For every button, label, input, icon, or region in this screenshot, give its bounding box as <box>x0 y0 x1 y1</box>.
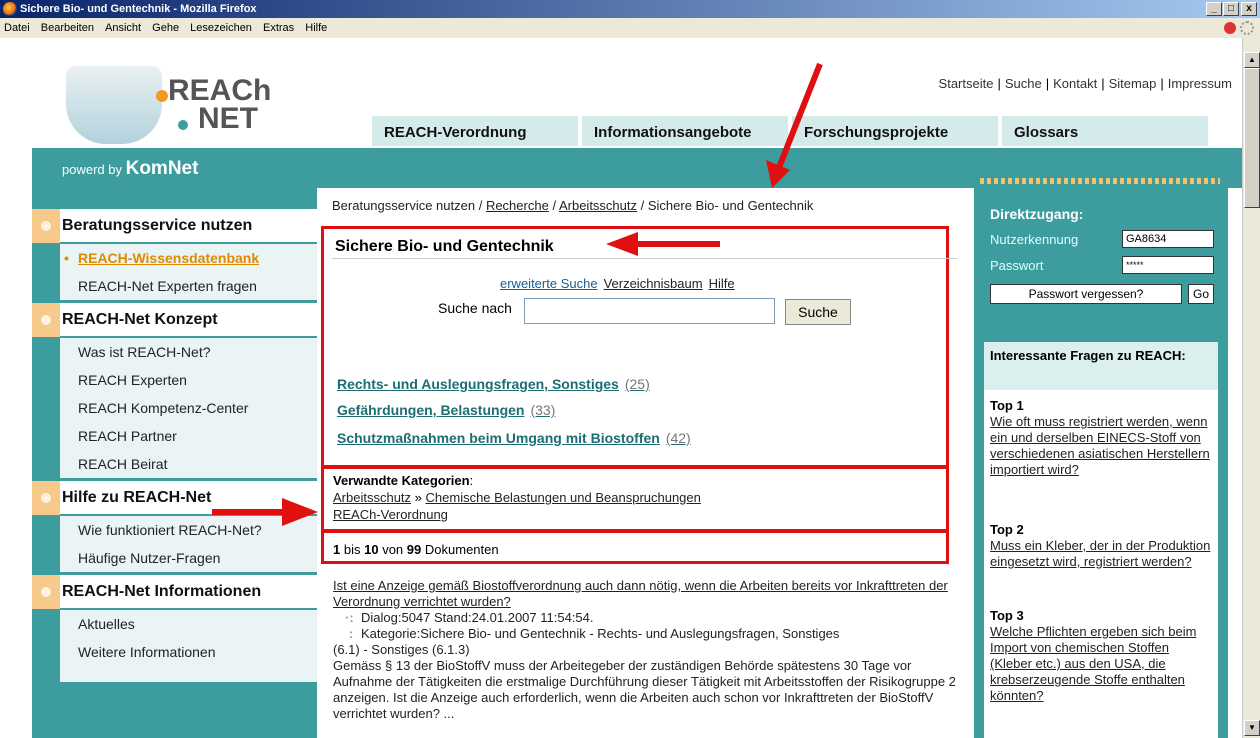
password-label: Passwort <box>990 258 1044 273</box>
powered-by: powerd by KomNet <box>62 158 199 179</box>
category-link[interactable]: Schutzmaßnahmen beim Umgang mit Biostoff… <box>337 430 691 446</box>
breadcrumb: Beratungsservice nutzen / Recherche / Ar… <box>332 198 814 213</box>
result-meta-section: (6.1) - Sonstiges (6.1.3) <box>333 642 470 657</box>
menu-hilfe[interactable]: Hilfe <box>305 22 327 34</box>
dotted-divider <box>980 178 1220 184</box>
left-sidebar: Beratungsservice nutzen REACH-Wissensdat… <box>32 188 317 738</box>
top-navigation: Startseite | Suche | Kontakt | Sitemap | Impress… <box>938 76 1232 91</box>
faq-box: Interessante Fragen zu REACH: Top 1 Wie … <box>984 342 1218 738</box>
nav-startseite[interactable]: Startseite <box>939 76 994 91</box>
menu-extras[interactable]: Extras <box>263 22 294 34</box>
result-title-link[interactable]: Ist eine Anzeige gemäß Biostoffverordnun… <box>333 578 948 609</box>
link-hilfe[interactable]: Hilfe <box>709 276 735 291</box>
nav-kontakt[interactable]: Kontakt <box>1053 76 1097 91</box>
faq-question-link[interactable]: Muss ein Kleber, der in der Produktion e… <box>990 538 1214 570</box>
search-label: Suche nach <box>438 300 512 316</box>
maximize-button[interactable]: □ <box>1223 2 1239 16</box>
logo-text-net: NET <box>198 102 258 135</box>
sidebar-section-beratungsservice[interactable]: Beratungsservice nutzen <box>32 208 317 243</box>
menu-gehe[interactable]: Gehe <box>152 22 179 34</box>
forgot-password-button[interactable]: Passwort vergessen? <box>990 284 1182 304</box>
go-button[interactable]: Go <box>1188 284 1214 304</box>
nav-suche[interactable]: Suche <box>1005 76 1042 91</box>
result-meta-dialog: ·: Dialog:5047 Stand:24.01.2007 11:54:54. <box>345 610 594 625</box>
web-page: REACh NET Startseite | Suche | Kontakt | Sitem… <box>32 38 1242 738</box>
sidebar-section-informationen[interactable]: REACH-Net Informationen <box>32 574 317 609</box>
menu-bar: Datei Bearbeiten Ansicht Gehe Lesezeiche… <box>0 18 1260 38</box>
user-label: Nutzerkennung <box>990 232 1079 247</box>
sidebar-item-weitere[interactable]: Weitere Informationen <box>60 638 317 666</box>
sidebar-item-partner[interactable]: REACH Partner <box>60 422 317 450</box>
link-erweiterte-suche[interactable]: erweiterte Suche <box>500 276 598 291</box>
search-input[interactable] <box>524 298 775 324</box>
firefox-icon <box>3 2 17 16</box>
tab-reach-verordnung[interactable]: REACH-Verordnung <box>372 116 578 146</box>
category-count: (25) <box>624 376 650 392</box>
password-input[interactable]: ***** <box>1122 256 1214 274</box>
related-chemische-belastungen[interactable]: Chemische Belastungen und Beanspruchunge… <box>426 490 701 505</box>
category-count: (42) <box>665 430 691 446</box>
sidebar-item-nutzer-fragen[interactable]: Häufige Nutzer-Fragen <box>60 544 317 572</box>
faq-question-link[interactable]: Wie oft muss registriert werden, wenn ei… <box>990 414 1214 478</box>
related-reach-verordnung[interactable]: REACh-Verordnung <box>333 507 448 522</box>
stop-icon[interactable] <box>1224 22 1236 34</box>
vertical-scrollbar[interactable]: ▲ ▼ <box>1242 38 1260 738</box>
scroll-down-button[interactable]: ▼ <box>1244 720 1260 736</box>
tab-glossars[interactable]: Glossars <box>1002 116 1208 146</box>
result-count: 1 bis 10 von 99 Dokumenten <box>333 542 499 557</box>
komnet-brand[interactable]: KomNet <box>126 158 199 179</box>
faq-top-label: Top 2 <box>990 522 1024 537</box>
annotation-arrow-left <box>606 232 720 256</box>
category-link[interactable]: Rechts- und Auslegungsfragen, Sonstiges(… <box>337 376 650 392</box>
scroll-up-button[interactable]: ▲ <box>1244 52 1260 68</box>
user-input[interactable]: GA8634 <box>1122 230 1214 248</box>
menu-ansicht[interactable]: Ansicht <box>105 22 141 34</box>
faq-top-label: Top 1 <box>990 398 1024 413</box>
faq-top-label: Top 3 <box>990 608 1024 623</box>
related-arbeitsschutz[interactable]: Arbeitsschutz <box>333 490 411 505</box>
search-button[interactable]: Suche <box>785 299 851 325</box>
reach-net-logo[interactable]: REACh NET <box>48 50 288 146</box>
window-title: Sichere Bio- und Gentechnik - Mozilla Fi… <box>20 3 257 15</box>
category-count: (33) <box>530 402 556 418</box>
faq-question-link[interactable]: Welche Pflichten ergeben sich beim Impor… <box>990 624 1214 704</box>
sidebar-item-experten-fragen[interactable]: REACH-Net Experten fragen <box>60 272 317 300</box>
menu-bearbeiten[interactable]: Bearbeiten <box>41 22 94 34</box>
sidebar-section-konzept[interactable]: REACH-Net Konzept <box>32 302 317 337</box>
sidebar-item-wissensdatenbank[interactable]: REACH-Wissensdatenbank <box>60 244 317 272</box>
faq-title: Interessante Fragen zu REACH: <box>984 342 1218 390</box>
breadcrumb-recherche[interactable]: Recherche <box>486 198 549 213</box>
sidebar-item-experten[interactable]: REACH Experten <box>60 366 317 394</box>
throbber-icon <box>1240 21 1254 35</box>
sidebar-item-was-ist[interactable]: Was ist REACH-Net? <box>60 338 317 366</box>
title-bar: Sichere Bio- und Gentechnik - Mozilla Fi… <box>0 0 1260 18</box>
scroll-thumb[interactable] <box>1244 68 1260 208</box>
flask-image <box>66 66 162 144</box>
result-body: Gemäss § 13 der BioStoffV muss der Arbei… <box>333 658 956 721</box>
sidebar-item-beirat[interactable]: REACH Beirat <box>60 450 317 478</box>
related-categories: Verwandte Kategorien: Arbeitsschutz » Ch… <box>333 473 701 522</box>
nav-impressum[interactable]: Impressum <box>1168 76 1232 91</box>
sidebar-item-aktuelles[interactable]: Aktuelles <box>60 610 317 638</box>
tab-informationsangebote[interactable]: Informationsangebote <box>582 116 788 146</box>
annotation-arrow-right <box>212 498 318 526</box>
page-title: Sichere Bio- und Gentechnik <box>335 238 554 255</box>
page-viewport: REACh NET Startseite | Suche | Kontakt | Sitem… <box>0 38 1242 738</box>
direktzugang-title: Direktzugang: <box>990 206 1084 222</box>
search-links: erweiterte Suche Verzeichnisbaum Hilfe <box>500 276 741 291</box>
minimize-button[interactable]: _ <box>1206 2 1222 16</box>
breadcrumb-arbeitsschutz[interactable]: Arbeitsschutz <box>559 198 637 213</box>
sidebar-item-kompetenz[interactable]: REACH Kompetenz-Center <box>60 394 317 422</box>
browser-window: Sichere Bio- und Gentechnik - Mozilla Fi… <box>0 0 1260 738</box>
menu-lesezeichen[interactable]: Lesezeichen <box>190 22 252 34</box>
close-button[interactable]: x <box>1241 2 1257 16</box>
result-meta-category: : Kategorie:Sichere Bio- und Gentechnik -… <box>349 626 840 641</box>
menu-datei[interactable]: Datei <box>4 22 30 34</box>
annotation-arrow-down <box>766 62 823 188</box>
category-link[interactable]: Gefährdungen, Belastungen (33) <box>337 402 555 418</box>
link-verzeichnisbaum[interactable]: Verzeichnisbaum <box>604 276 703 291</box>
result-item: Ist eine Anzeige gemäß Biostoffverordnun… <box>333 578 973 722</box>
nav-sitemap[interactable]: Sitemap <box>1109 76 1157 91</box>
